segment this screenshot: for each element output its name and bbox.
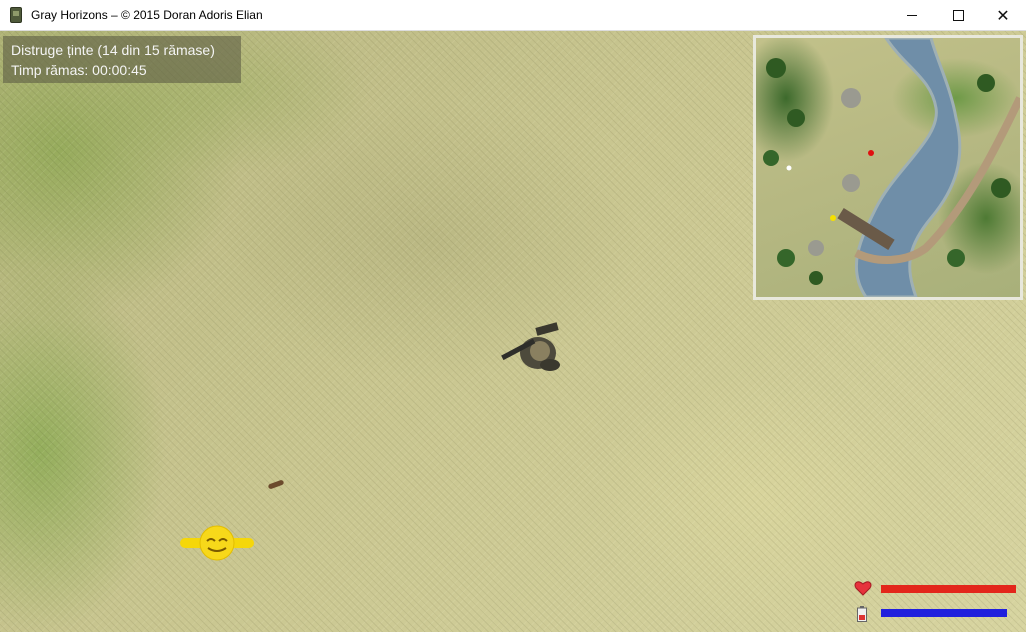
maximize-button[interactable] [935,0,981,31]
title-bar: Gray Horizons – © 2015 Doran Adoris Elia… [0,0,1026,31]
app-icon [10,7,22,23]
minimap[interactable] [753,35,1023,300]
minimap-tree [809,271,823,285]
battery-icon [857,606,867,622]
health-bar [881,585,1016,593]
heart-icon [854,581,872,596]
minimap-terrain [763,38,1020,297]
minimap-tree [777,249,795,267]
time-remaining-text: Timp rămas: 00:00:45 [11,62,147,78]
objective-panel: Distruge ținte (14 din 15 rămase) Timp r… [3,36,241,83]
objective-text: Distruge ținte (14 din 15 rămase) [11,42,215,58]
maximize-icon [952,10,964,21]
minimap-rock [841,88,861,108]
minimap-tree [763,150,779,166]
close-button[interactable]: ✕ [980,0,1026,31]
player-soldier [501,322,560,371]
minimap-rock [842,174,860,192]
player-marker [830,215,836,221]
target-smiley[interactable] [178,523,256,563]
game-viewport[interactable]: Distruge ținte (14 din 15 rămase) Timp r… [0,31,1026,632]
minimap-tree [787,109,805,127]
target-marker [786,165,792,171]
minimap-tree [977,74,995,92]
close-icon: ✕ [996,6,1010,25]
minimap-tree [991,178,1011,198]
minimize-icon [907,15,917,16]
minimize-button[interactable] [889,0,935,31]
minimap-tree [766,58,786,78]
window-title: Gray Horizons – © 2015 Doran Adoris Elia… [31,8,263,22]
minimap-tree [947,249,965,267]
energy-bar [881,609,1007,617]
minimap-rock [808,240,824,256]
enemy-marker [868,150,874,156]
